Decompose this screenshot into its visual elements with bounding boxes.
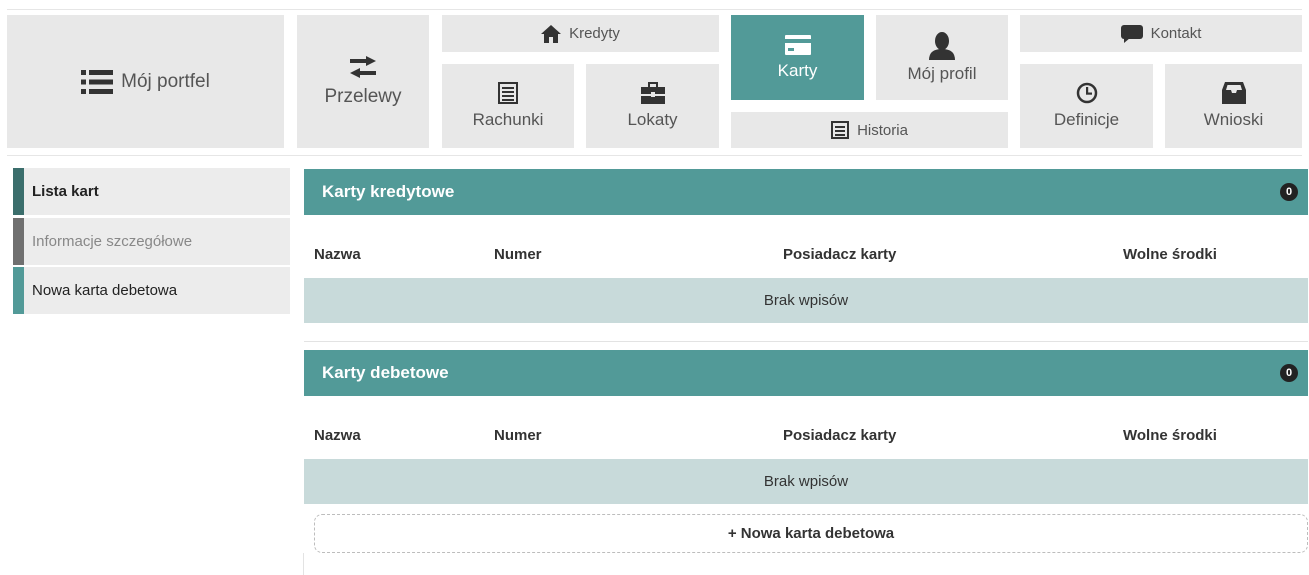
nav-definitions[interactable]: Definicje [1020, 64, 1153, 148]
ledger-icon [498, 82, 518, 104]
home-icon [541, 24, 562, 43]
nav-divider [7, 155, 1302, 156]
nav-credits-label: Kredyty [569, 25, 620, 42]
nav-cards-label: Karty [777, 60, 818, 80]
nav-my-portfolio[interactable]: Mój portfel [7, 15, 284, 148]
clock-icon [1076, 82, 1098, 104]
column-header-name[interactable]: Nazwa [314, 427, 361, 444]
nav-deposits[interactable]: Lokaty [586, 64, 719, 148]
add-debit-card-label: + Nowa karta debetowa [727, 525, 895, 542]
history-list-icon [831, 121, 850, 139]
nav-accounts-label: Rachunki [472, 110, 544, 129]
transfer-arrows-icon [348, 55, 378, 78]
sidebar-item-label: Informacje szczegółowe [32, 233, 193, 250]
credit-cards-header: Karty kredytowe 0 [304, 169, 1308, 215]
nav-credits[interactable]: Kredyty [442, 15, 719, 52]
nav-history-label: Historia [857, 121, 908, 139]
column-header-available-funds[interactable]: Wolne środki [1123, 246, 1217, 263]
column-header-name[interactable]: Nazwa [314, 246, 361, 263]
nav-contact[interactable]: Kontakt [1020, 15, 1302, 52]
nav-deposits-label: Lokaty [627, 110, 678, 129]
credit-card-icon [784, 34, 811, 55]
user-icon [929, 31, 955, 60]
column-header-number[interactable]: Numer [494, 246, 542, 263]
nav-my-profile-label: Mój profil [907, 63, 977, 83]
empty-row: Brak wpisów [304, 459, 1308, 504]
panel-title: Karty debetowe [322, 363, 449, 382]
empty-message: Brak wpisów [763, 292, 849, 309]
nav-transfers-label: Przelewy [324, 85, 402, 107]
debit-cards-header: Karty debetowe 0 [304, 350, 1308, 396]
count-badge: 0 [1280, 183, 1298, 201]
nav-accounts[interactable]: Rachunki [442, 64, 574, 148]
sidebar-item-label: Nowa karta debetowa [32, 282, 178, 299]
sidebar-item-card-list[interactable]: Lista kart [13, 168, 290, 215]
nav-definitions-label: Definicje [1053, 110, 1120, 129]
nav-contact-label: Kontakt [1150, 25, 1202, 42]
sidebar-accent-bar [13, 267, 24, 314]
column-header-number[interactable]: Numer [494, 427, 542, 444]
nav-my-portfolio-label: Mój portfel [121, 70, 210, 92]
briefcase-icon [640, 82, 665, 104]
inbox-icon [1221, 82, 1246, 104]
panel-left-border [303, 553, 304, 575]
empty-message: Brak wpisów [763, 473, 849, 490]
count-badge: 0 [1280, 364, 1298, 382]
top-divider [7, 9, 1302, 10]
add-debit-card-button[interactable]: + Nowa karta debetowa [314, 514, 1308, 553]
nav-cards[interactable]: Karty [731, 15, 864, 100]
column-header-available-funds[interactable]: Wolne środki [1123, 427, 1217, 444]
panel-title: Karty kredytowe [322, 182, 455, 201]
nav-my-profile[interactable]: Mój profil [876, 15, 1008, 100]
column-header-cardholder[interactable]: Posiadacz karty [783, 246, 896, 263]
nav-applications-label: Wnioski [1203, 110, 1264, 129]
sidebar-item-new-debit-card[interactable]: Nowa karta debetowa [13, 267, 290, 314]
nav-applications[interactable]: Wnioski [1165, 64, 1302, 148]
list-icon [81, 69, 114, 94]
panel-bottom-border [304, 341, 1308, 342]
nav-transfers[interactable]: Przelewy [297, 15, 429, 148]
nav-history[interactable]: Historia [731, 112, 1008, 148]
sidebar-item-label: Lista kart [32, 183, 99, 200]
chat-bubble-icon [1120, 24, 1143, 43]
sidebar-accent-bar [13, 168, 24, 215]
sidebar-accent-bar [13, 218, 24, 265]
sidebar-item-details[interactable]: Informacje szczegółowe [13, 218, 290, 265]
column-header-cardholder[interactable]: Posiadacz karty [783, 427, 896, 444]
empty-row: Brak wpisów [304, 278, 1308, 323]
